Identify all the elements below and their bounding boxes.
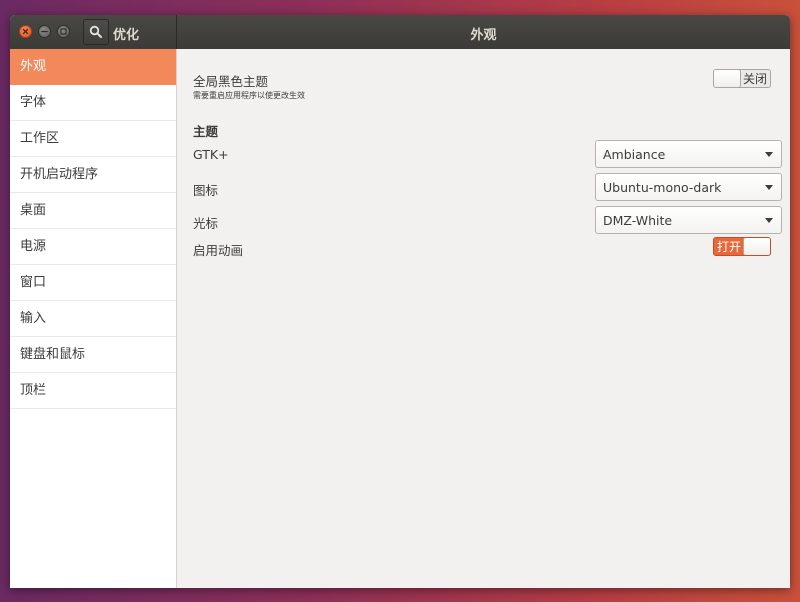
minimize-icon bbox=[41, 30, 48, 33]
dark-theme-hint: 需要重启应用程序以使更改生效 bbox=[193, 91, 305, 100]
icon-theme-label: 图标 bbox=[193, 183, 219, 198]
gtk-theme-value: Ambiance bbox=[603, 147, 666, 162]
close-window-button[interactable] bbox=[19, 25, 32, 38]
switch-knob bbox=[714, 70, 741, 87]
cursor-theme-value: DMZ-White bbox=[603, 213, 673, 228]
dropdown-arrow-icon bbox=[765, 152, 773, 157]
search-button[interactable] bbox=[83, 19, 109, 45]
sidebar-item-fonts[interactable]: 字体 bbox=[10, 85, 176, 121]
dark-theme-switch-state: 关闭 bbox=[742, 72, 767, 86]
sidebar-header: 优化 bbox=[10, 15, 176, 49]
sidebar-item-desktop[interactable]: 桌面 bbox=[10, 193, 176, 229]
animations-label: 启用动画 bbox=[193, 243, 244, 258]
search-icon bbox=[89, 25, 102, 38]
app-title: 优化 bbox=[113, 28, 140, 43]
icon-theme-value: Ubuntu-mono-dark bbox=[603, 180, 722, 195]
cursor-theme-combo[interactable]: DMZ-White bbox=[595, 206, 782, 234]
dropdown-arrow-icon bbox=[765, 185, 773, 190]
maximize-icon bbox=[60, 28, 67, 35]
sidebar-item-workspaces[interactable]: 工作区 bbox=[10, 121, 176, 157]
themes-heading: 主题 bbox=[193, 124, 219, 139]
animations-switch[interactable]: 打开 bbox=[713, 237, 771, 256]
minimize-window-button[interactable] bbox=[38, 25, 51, 38]
gtk-theme-combo[interactable]: Ambiance bbox=[595, 140, 782, 168]
sidebar-item-keyboard-mouse[interactable]: 键盘和鼠标 bbox=[10, 337, 176, 373]
animations-switch-state: 打开 bbox=[717, 240, 742, 254]
sidebar-item-input[interactable]: 输入 bbox=[10, 301, 176, 337]
page-title: 外观 bbox=[470, 28, 497, 43]
sidebar-item-appearance[interactable]: 外观 bbox=[10, 49, 176, 85]
maximize-window-button[interactable] bbox=[57, 25, 70, 38]
sidebar-item-power[interactable]: 电源 bbox=[10, 229, 176, 265]
gtk-theme-label: GTK+ bbox=[193, 147, 229, 162]
sidebar-item-windows[interactable]: 窗口 bbox=[10, 265, 176, 301]
dark-theme-switch[interactable]: 关闭 bbox=[713, 69, 771, 88]
dropdown-arrow-icon bbox=[765, 218, 773, 223]
tweaks-window: 优化 外观 外观 字体 工作区 开机启动程序 桌面 电源 窗口 输入 键盘和鼠标… bbox=[10, 15, 790, 588]
appearance-panel: 全局黑色主题 需要重启应用程序以使更改生效 关闭 主题 GTK+ Ambianc… bbox=[177, 49, 790, 588]
sidebar-item-startup-applications[interactable]: 开机启动程序 bbox=[10, 157, 176, 193]
dark-theme-label: 全局黑色主题 bbox=[193, 74, 269, 89]
header-bar: 优化 外观 bbox=[10, 15, 790, 49]
switch-knob bbox=[743, 238, 770, 255]
sidebar-item-top-bar[interactable]: 顶栏 bbox=[10, 373, 176, 409]
icon-theme-combo[interactable]: Ubuntu-mono-dark bbox=[595, 173, 782, 201]
close-icon bbox=[22, 28, 29, 35]
sidebar: 外观 字体 工作区 开机启动程序 桌面 电源 窗口 输入 键盘和鼠标 顶栏 bbox=[10, 49, 177, 588]
cursor-theme-label: 光标 bbox=[193, 216, 219, 231]
